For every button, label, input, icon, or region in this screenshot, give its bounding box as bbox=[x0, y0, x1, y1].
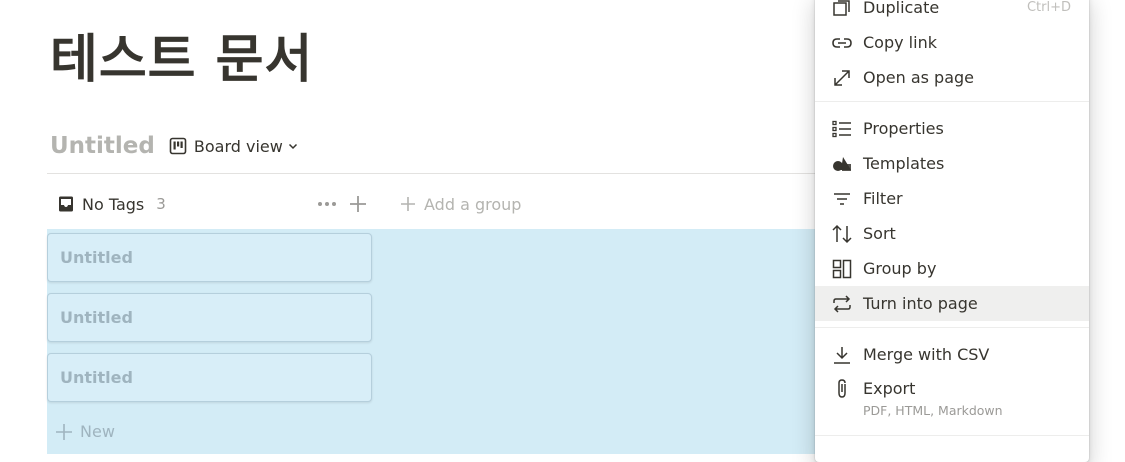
inbox-icon bbox=[59, 196, 73, 212]
board-card[interactable]: Untitled bbox=[47, 233, 372, 282]
chevron-down-icon bbox=[288, 143, 297, 150]
plus-icon bbox=[401, 197, 415, 211]
card-title: Untitled bbox=[60, 308, 133, 327]
menu-item-turn-into-page[interactable]: Turn into page bbox=[815, 286, 1089, 321]
menu-item-merge-csv[interactable]: Merge with CSV bbox=[815, 337, 1089, 372]
download-icon bbox=[831, 344, 853, 366]
menu-item-label: Merge with CSV bbox=[863, 345, 990, 364]
menu-item-filter[interactable]: Filter bbox=[815, 181, 1089, 216]
menu-item-label: Copy link bbox=[863, 33, 937, 52]
menu-item-properties[interactable]: Properties bbox=[815, 111, 1089, 146]
context-menu: Duplicate Ctrl+D Copy link Open as page … bbox=[815, 0, 1089, 462]
menu-item-label: Templates bbox=[863, 154, 945, 173]
menu-divider bbox=[815, 327, 1089, 328]
repeat-icon bbox=[831, 293, 853, 315]
menu-item-templates[interactable]: Templates bbox=[815, 146, 1089, 181]
board-card[interactable]: Untitled bbox=[47, 293, 372, 342]
database-header: Untitled Board view bbox=[50, 130, 306, 162]
menu-item-copy-link[interactable]: Copy link bbox=[815, 25, 1089, 60]
card-title: Untitled bbox=[60, 248, 133, 267]
menu-item-label: Open as page bbox=[863, 68, 975, 87]
menu-item-label: Group by bbox=[863, 259, 937, 278]
group-header[interactable]: No Tags 3 bbox=[56, 192, 166, 216]
shortcut-hint: Ctrl+D bbox=[1026, 0, 1071, 15]
menu-item-open-as-page[interactable]: Open as page bbox=[815, 60, 1089, 95]
menu-item-duplicate[interactable]: Duplicate Ctrl+D bbox=[815, 0, 1089, 25]
filter-icon bbox=[831, 188, 853, 210]
new-card-label: New bbox=[80, 422, 115, 441]
menu-divider bbox=[815, 435, 1089, 436]
shapes-icon bbox=[831, 153, 853, 175]
menu-item-label: Turn into page bbox=[863, 294, 978, 313]
add-group-label: Add a group bbox=[424, 194, 522, 214]
group-actions bbox=[316, 192, 368, 216]
plus-icon[interactable] bbox=[348, 194, 368, 214]
link-icon bbox=[831, 32, 853, 54]
group-label: No Tags bbox=[82, 194, 145, 214]
card-title: Untitled bbox=[60, 368, 133, 387]
header-divider bbox=[47, 173, 817, 174]
page-title[interactable]: 테스트 문서 bbox=[50, 31, 313, 89]
menu-item-label: Duplicate bbox=[863, 0, 940, 17]
plus-icon bbox=[56, 423, 72, 440]
list-icon bbox=[831, 118, 853, 140]
board-card[interactable]: Untitled bbox=[47, 353, 372, 402]
view-switcher[interactable]: Board view bbox=[169, 137, 306, 156]
new-card-button[interactable]: New bbox=[55, 422, 115, 441]
menu-item-label: Export bbox=[863, 379, 916, 398]
menu-item-sort[interactable]: Sort bbox=[815, 216, 1089, 251]
database-title[interactable]: Untitled bbox=[50, 133, 155, 159]
menu-divider bbox=[815, 101, 1089, 102]
board-column: Untitled Untitled Untitled New bbox=[47, 229, 817, 454]
group-by-icon bbox=[831, 258, 853, 280]
menu-item-label: Sort bbox=[863, 224, 896, 243]
board-icon bbox=[169, 137, 187, 155]
duplicate-icon bbox=[831, 0, 853, 19]
menu-item-label: Filter bbox=[863, 189, 903, 208]
expand-arrow-icon bbox=[831, 67, 853, 89]
sort-icon bbox=[831, 223, 853, 245]
menu-item-export[interactable]: Export bbox=[815, 371, 1089, 406]
more-icon[interactable] bbox=[316, 194, 338, 214]
menu-item-label: Properties bbox=[863, 119, 944, 138]
group-count: 3 bbox=[156, 195, 166, 213]
view-label: Board view bbox=[193, 136, 283, 156]
add-group-button[interactable]: Add a group bbox=[400, 192, 521, 216]
paperclip-icon bbox=[831, 378, 853, 400]
menu-item-group-by[interactable]: Group by bbox=[815, 251, 1089, 286]
export-sublabel: PDF, HTML, Markdown bbox=[863, 403, 1003, 418]
